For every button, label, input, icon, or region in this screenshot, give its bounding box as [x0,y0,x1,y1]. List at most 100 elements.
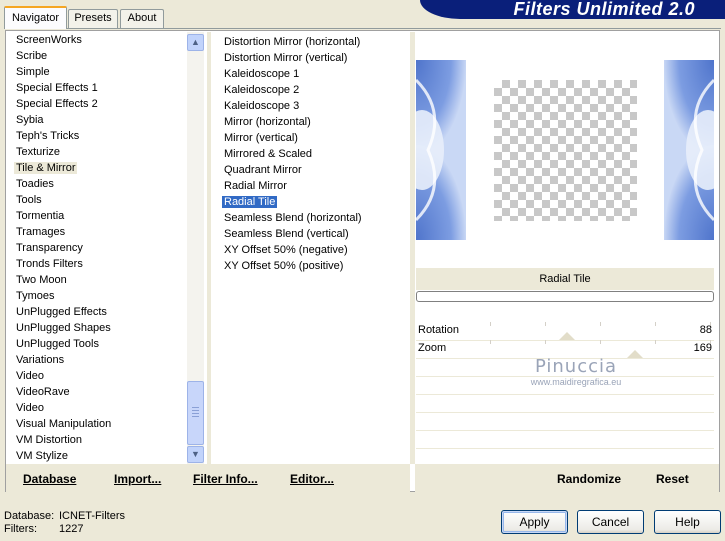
import-button[interactable]: Import... [114,472,161,486]
filter-item[interactable]: Mirrored & Scaled [214,146,409,162]
filter-item[interactable]: Mirror (vertical) [214,130,409,146]
category-item[interactable]: Tronds Filters [6,256,187,272]
category-item-label: Teph's Tricks [16,130,80,142]
slider-zoom-label: Zoom [418,342,447,354]
category-item-label: Video [16,370,44,382]
category-item[interactable]: Teph's Tricks [6,128,187,144]
watermark-name: Pinuccia [534,356,618,377]
scroll-up-arrow-icon[interactable]: ▲ [187,34,204,51]
scroll-thumb[interactable] [187,381,204,445]
filter-info-button[interactable]: Filter Info... [193,472,258,486]
category-item[interactable]: Visual Manipulation [6,416,187,432]
category-item-label: Tormentia [16,210,65,222]
category-item[interactable]: Tools [6,192,187,208]
category-item[interactable]: Variations [6,352,187,368]
filter-item-label: Kaleidoscope 3 [224,100,300,112]
filter-item[interactable]: Distortion Mirror (vertical) [214,50,409,66]
category-item-label: VM Stylize [16,450,68,462]
category-item[interactable]: Video [6,368,187,384]
category-item-label: Tymoes [16,290,55,302]
apply-button[interactable]: Apply [501,510,568,534]
slider-rotation-label: Rotation [418,324,459,336]
category-item[interactable]: Tymoes [6,288,187,304]
database-button[interactable]: Database [23,472,76,486]
preview-divider [410,32,415,464]
category-item-label: Texturize [16,146,61,158]
category-item[interactable]: Tormentia [6,208,187,224]
slider-rotation[interactable]: Rotation 88 [416,322,714,340]
help-button[interactable]: Help [654,510,721,534]
filter-item[interactable]: Distortion Mirror (horizontal) [214,34,409,50]
reset-button[interactable]: Reset [656,472,689,486]
filter-item[interactable]: Seamless Blend (vertical) [214,226,409,242]
filter-item[interactable]: Kaleidoscope 2 [214,82,409,98]
filter-item[interactable]: Kaleidoscope 3 [214,98,409,114]
editor-button[interactable]: Editor... [290,472,334,486]
tab-presets[interactable]: Presets [68,9,118,28]
category-item-label: UnPlugged Tools [16,338,99,350]
category-item[interactable]: VideoRave [6,384,187,400]
slider-zoom-value: 169 [693,342,712,354]
category-list[interactable]: ScreenWorks Scribe Simple Special Effects 1… [6,32,187,464]
filter-item-label: Distortion Mirror (horizontal) [224,36,361,48]
tab-about[interactable]: About [120,9,164,28]
filter-item-label: Seamless Blend (horizontal) [224,212,362,224]
filter-item-label: XY Offset 50% (positive) [224,260,344,272]
category-item-label: Toadies [16,178,54,190]
filter-item[interactable]: Mirror (horizontal) [214,114,409,130]
category-item-label: VM Distortion [16,434,83,446]
filter-item-label: Kaleidoscope 1 [224,68,300,80]
slider-marker[interactable] [559,332,575,340]
category-item-label: Simple [16,66,50,78]
category-item[interactable]: ScreenWorks [6,32,187,48]
scroll-down-arrow-icon[interactable]: ▼ [187,446,204,463]
category-item[interactable]: VM Stylize [6,448,187,464]
filter-item[interactable]: XY Offset 50% (negative) [214,242,409,258]
filter-item[interactable]: Radial Tile [214,194,409,210]
filters-count: 1227 [59,523,84,535]
filter-item-label: Quadrant Mirror [224,164,302,176]
category-item-label: VideoRave [16,386,70,398]
category-item[interactable]: Special Effects 2 [6,96,187,112]
filter-item-label: Distortion Mirror (vertical) [224,52,348,64]
slider-rotation-value: 88 [699,324,712,336]
category-scrollbar[interactable]: ▲ ▼ [187,32,204,464]
category-item[interactable]: Texturize [6,144,187,160]
database-label: Database: [4,510,55,522]
list-divider [207,32,211,464]
category-item[interactable]: Video [6,400,187,416]
category-item-label: Special Effects 2 [16,98,98,110]
filter-item[interactable]: Seamless Blend (horizontal) [214,210,409,226]
tab-navigator[interactable]: Navigator [4,6,67,29]
category-item-label: ScreenWorks [16,34,82,46]
category-item-label: Scribe [16,50,48,62]
category-item[interactable]: Transparency [6,240,187,256]
category-item-label: Special Effects 1 [16,82,98,94]
category-item[interactable]: UnPlugged Effects [6,304,187,320]
category-item[interactable]: UnPlugged Shapes [6,320,187,336]
filter-item-label: Mirror (horizontal) [224,116,311,128]
filter-list[interactable]: Distortion Mirror (horizontal) Distortion… [214,34,409,274]
category-item[interactable]: Sybia [6,112,187,128]
category-item[interactable]: Two Moon [6,272,187,288]
preview-filter-name: Radial Tile [416,268,714,290]
category-item[interactable]: Simple [6,64,187,80]
cancel-button[interactable]: Cancel [577,510,644,534]
category-item[interactable]: UnPlugged Tools [6,336,187,352]
randomize-button[interactable]: Randomize [557,472,621,486]
category-item-label: Variations [16,354,65,366]
category-item[interactable]: Tile & Mirror [6,160,187,176]
category-item-label: Sybia [16,114,44,126]
category-item[interactable]: VM Distortion [6,432,187,448]
filter-item[interactable]: Kaleidoscope 1 [214,66,409,82]
filter-item[interactable]: Quadrant Mirror [214,162,409,178]
filter-item[interactable]: XY Offset 50% (positive) [214,258,409,274]
category-item[interactable]: Scribe [6,48,187,64]
category-item-label: Two Moon [16,274,67,286]
filter-item[interactable]: Radial Mirror [214,178,409,194]
category-item-label: Transparency [16,242,83,254]
category-item[interactable]: Toadies [6,176,187,192]
category-item-label: Tile & Mirror [14,162,78,174]
category-item[interactable]: Tramages [6,224,187,240]
category-item[interactable]: Special Effects 1 [6,80,187,96]
